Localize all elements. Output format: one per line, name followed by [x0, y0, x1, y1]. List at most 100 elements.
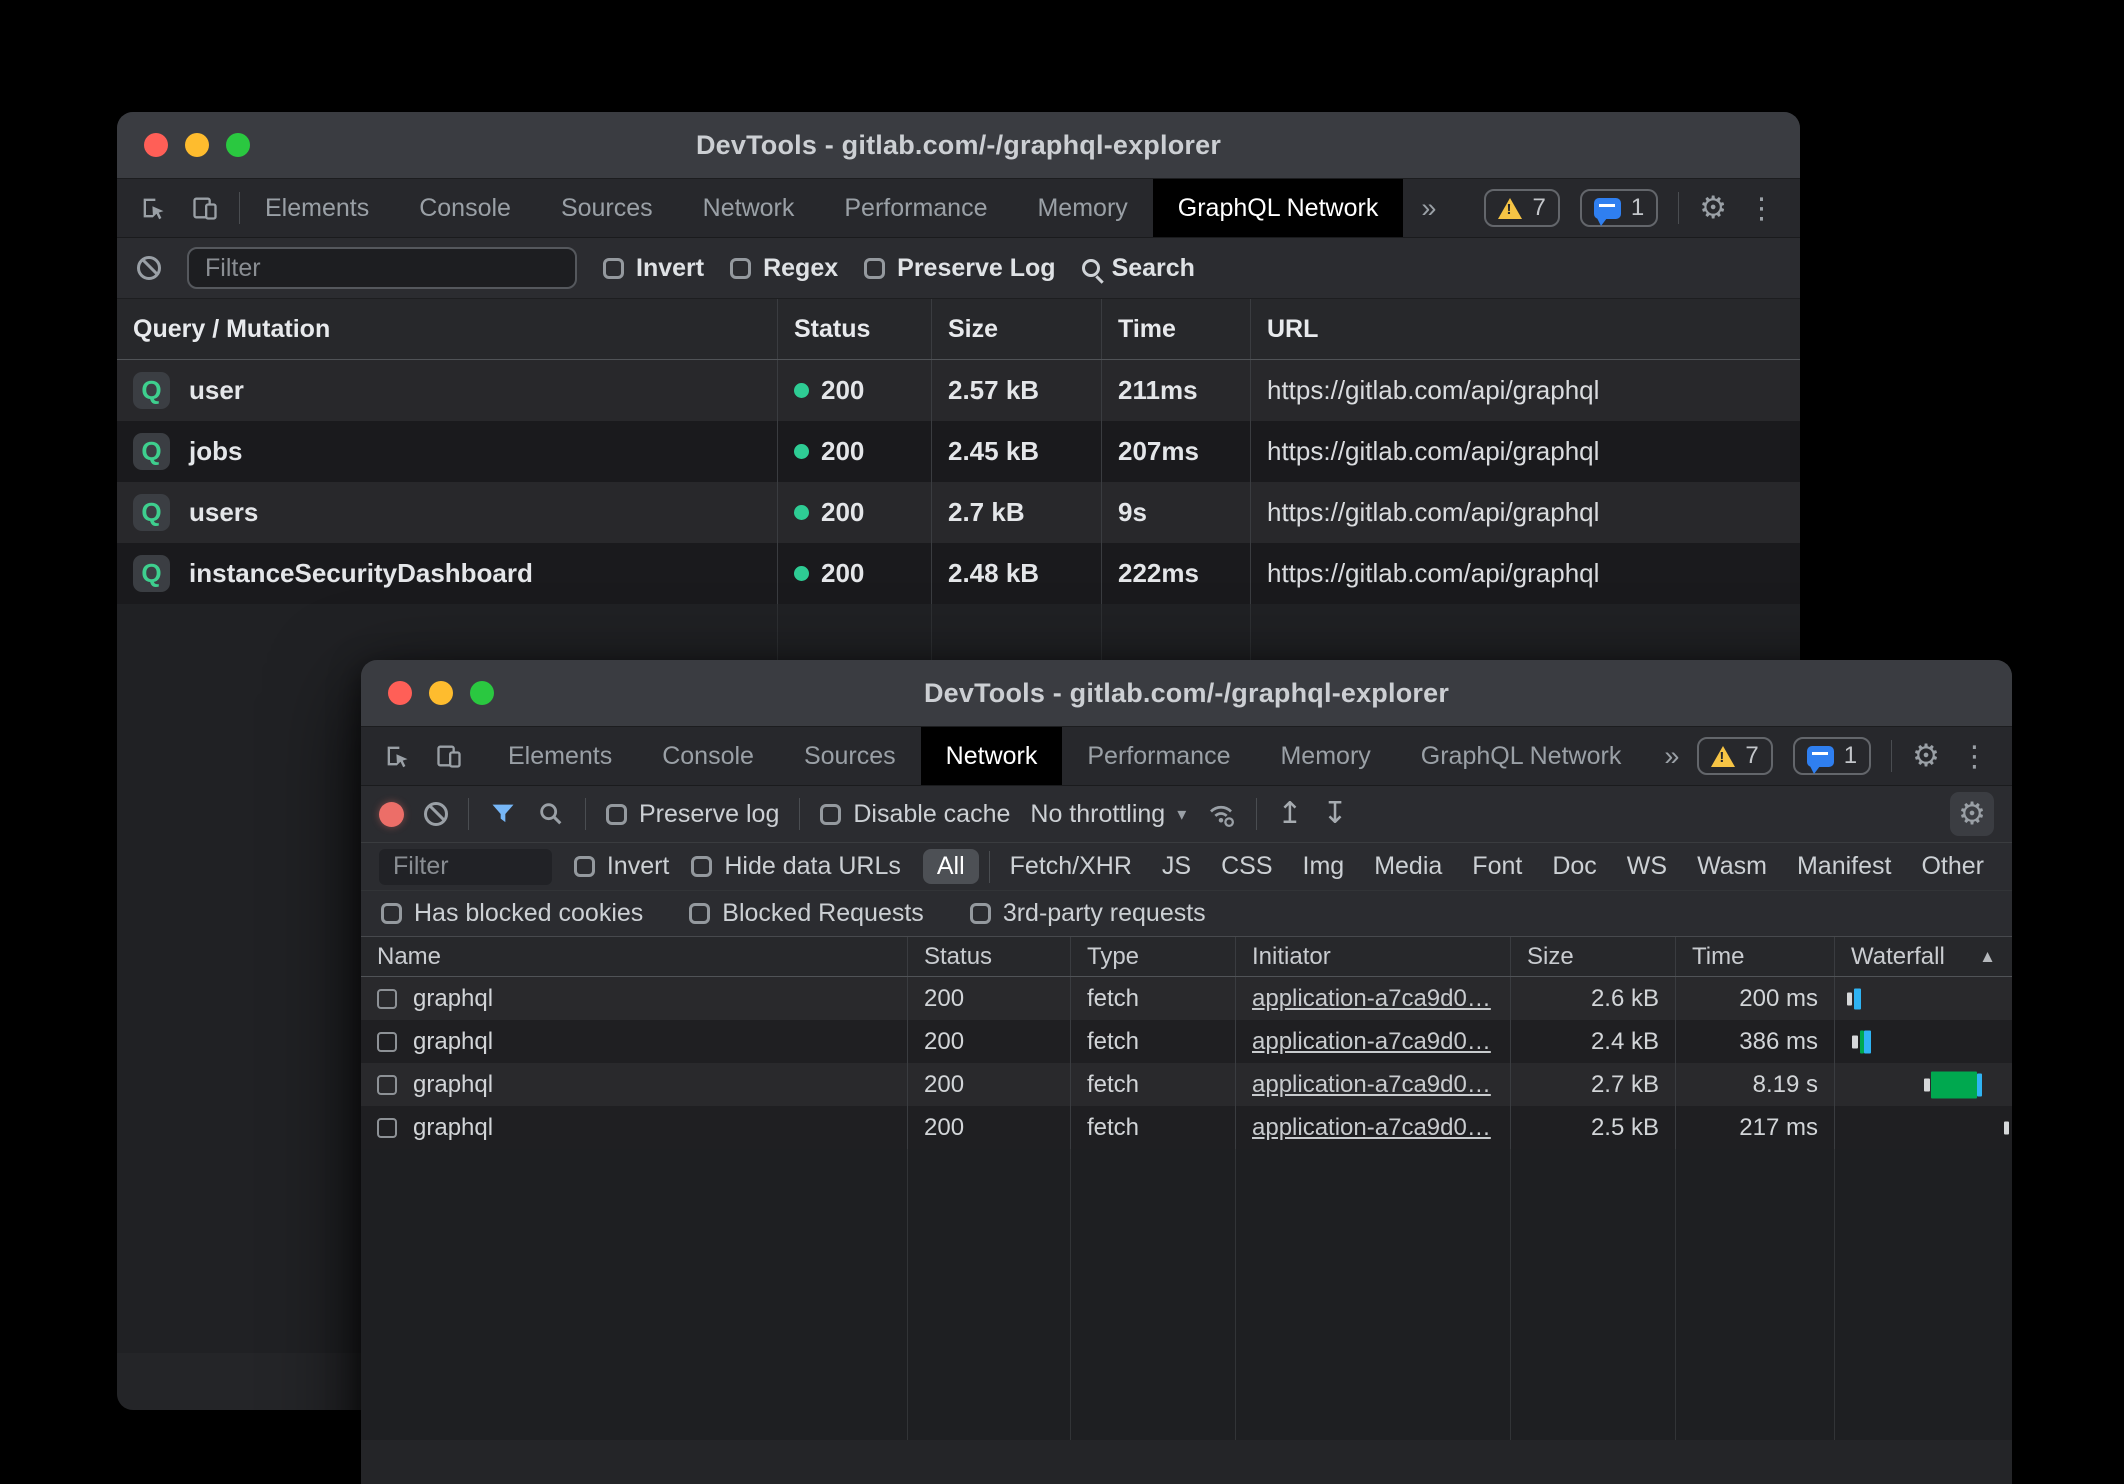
preserve-log-checkbox[interactable] — [606, 804, 627, 825]
more-tabs-button[interactable]: » — [1403, 179, 1454, 237]
tab-performance[interactable]: Performance — [819, 179, 1012, 237]
clear-icon[interactable] — [137, 256, 161, 280]
column-header-type[interactable]: Type — [1070, 937, 1235, 976]
table-row[interactable]: graphql200fetchapplication-a7ca9d0…2.6 k… — [361, 977, 2012, 1020]
invert-checkbox-label[interactable]: Invert — [574, 852, 670, 881]
network-conditions-icon[interactable] — [1206, 799, 1236, 829]
table-row[interactable]: Quser2002.57 kB211mshttps://gitlab.com/a… — [117, 360, 1800, 421]
throttling-dropdown[interactable]: No throttling ▾ — [1030, 800, 1186, 829]
table-row[interactable]: graphql200fetchapplication-a7ca9d0…2.7 k… — [361, 1063, 2012, 1106]
type-filter-img[interactable]: Img — [1293, 849, 1355, 884]
column-header-url[interactable]: URL — [1250, 299, 1800, 359]
issues-badge[interactable]: 1 — [1580, 189, 1658, 227]
title-bar[interactable]: DevTools - gitlab.com/-/graphql-explorer — [361, 660, 2012, 727]
column-header-status[interactable]: Status — [777, 299, 931, 359]
tab-console[interactable]: Console — [394, 179, 536, 237]
column-header-waterfall[interactable]: Waterfall▲ — [1834, 937, 2012, 976]
disable-cache-checkbox[interactable] — [820, 804, 841, 825]
row-checkbox[interactable] — [377, 1075, 397, 1095]
type-filter-wasm[interactable]: Wasm — [1687, 849, 1777, 884]
column-header-initiator[interactable]: Initiator — [1235, 937, 1510, 976]
device-toolbar-icon[interactable] — [435, 742, 463, 770]
more-options-icon[interactable]: ⋮ — [1960, 742, 1989, 771]
tab-memory[interactable]: Memory — [1012, 179, 1152, 237]
table-row[interactable]: Qusers2002.7 kB9shttps://gitlab.com/api/… — [117, 482, 1800, 543]
record-network-log-button[interactable] — [379, 802, 404, 827]
type-filter-fetch-xhr[interactable]: Fetch/XHR — [1000, 849, 1142, 884]
type-filter-css[interactable]: CSS — [1211, 849, 1282, 884]
table-row[interactable]: Qjobs2002.45 kB207mshttps://gitlab.com/a… — [117, 421, 1800, 482]
inspect-element-icon[interactable] — [383, 742, 411, 770]
tab-network[interactable]: Network — [921, 727, 1063, 785]
minimize-button[interactable] — [185, 133, 209, 157]
table-row[interactable]: QinstanceSecurityDashboard2002.48 kB222m… — [117, 543, 1800, 604]
disable-cache-checkbox-label[interactable]: Disable cache — [820, 800, 1010, 829]
import-har-icon[interactable]: ↥ — [1277, 799, 1302, 829]
hide-data-urls-checkbox-label[interactable]: Hide data URLs — [691, 852, 900, 881]
type-filter-font[interactable]: Font — [1462, 849, 1532, 884]
filter-input[interactable]: Filter — [187, 247, 577, 289]
regex-checkbox-label[interactable]: Regex — [730, 254, 838, 283]
row-checkbox[interactable] — [377, 1118, 397, 1138]
column-header-size[interactable]: Size — [1510, 937, 1675, 976]
more-options-icon[interactable]: ⋮ — [1747, 194, 1776, 223]
issues-badge[interactable]: 1 — [1793, 737, 1871, 775]
export-har-icon[interactable]: ↧ — [1322, 799, 1347, 829]
tab-graphql-network[interactable]: GraphQL Network — [1153, 179, 1404, 237]
tab-network[interactable]: Network — [678, 179, 820, 237]
column-header-time[interactable]: Time — [1101, 299, 1250, 359]
close-button[interactable] — [144, 133, 168, 157]
table-row[interactable]: graphql200fetchapplication-a7ca9d0…2.5 k… — [361, 1106, 2012, 1149]
regex-checkbox[interactable] — [730, 258, 751, 279]
zoom-button[interactable] — [226, 133, 250, 157]
more-tabs-button[interactable]: » — [1646, 727, 1697, 785]
type-filter-all[interactable]: All — [923, 849, 979, 884]
settings-gear-icon[interactable]: ⚙ — [1912, 741, 1940, 772]
tab-sources[interactable]: Sources — [779, 727, 921, 785]
invert-checkbox[interactable] — [574, 856, 595, 877]
inspect-element-icon[interactable] — [139, 194, 167, 222]
option-has-blocked-cookies[interactable]: Has blocked cookies — [381, 899, 643, 928]
tab-elements[interactable]: Elements — [240, 179, 394, 237]
initiator-link[interactable]: application-a7ca9d0… — [1252, 985, 1491, 1013]
tab-console[interactable]: Console — [637, 727, 779, 785]
initiator-link[interactable]: application-a7ca9d0… — [1252, 1028, 1491, 1056]
column-header-size[interactable]: Size — [931, 299, 1101, 359]
initiator-link[interactable]: application-a7ca9d0… — [1252, 1114, 1491, 1142]
initiator-link[interactable]: application-a7ca9d0… — [1252, 1071, 1491, 1099]
warnings-badge[interactable]: 7 — [1484, 189, 1559, 227]
preserve-log-checkbox-label[interactable]: Preserve Log — [864, 254, 1055, 283]
zoom-button[interactable] — [470, 681, 494, 705]
preserve-log-checkbox[interactable] — [864, 258, 885, 279]
row-checkbox[interactable] — [377, 1032, 397, 1052]
type-filter-doc[interactable]: Doc — [1542, 849, 1606, 884]
checkbox[interactable] — [381, 903, 402, 924]
network-settings-button[interactable]: ⚙ — [1950, 792, 1994, 836]
column-header-query-mutation[interactable]: Query / Mutation — [117, 299, 777, 359]
tab-graphql-network[interactable]: GraphQL Network — [1396, 727, 1647, 785]
tab-performance[interactable]: Performance — [1062, 727, 1255, 785]
option-3rd-party-requests[interactable]: 3rd-party requests — [970, 899, 1206, 928]
row-checkbox[interactable] — [377, 989, 397, 1009]
column-header-name[interactable]: Name — [361, 937, 907, 976]
type-filter-other[interactable]: Other — [1911, 849, 1994, 884]
type-filter-manifest[interactable]: Manifest — [1787, 849, 1901, 884]
type-filter-ws[interactable]: WS — [1617, 849, 1677, 884]
checkbox[interactable] — [970, 903, 991, 924]
tab-elements[interactable]: Elements — [483, 727, 637, 785]
device-toolbar-icon[interactable] — [191, 194, 219, 222]
type-filter-media[interactable]: Media — [1364, 849, 1452, 884]
search-button[interactable]: Search — [1082, 254, 1195, 283]
search-icon[interactable] — [537, 800, 565, 828]
checkbox[interactable] — [689, 903, 710, 924]
option-blocked-requests[interactable]: Blocked Requests — [689, 899, 924, 928]
column-header-status[interactable]: Status — [907, 937, 1070, 976]
tab-memory[interactable]: Memory — [1255, 727, 1395, 785]
invert-checkbox[interactable] — [603, 258, 624, 279]
preserve-log-checkbox-label[interactable]: Preserve log — [606, 800, 779, 829]
filter-input[interactable]: Filter — [379, 849, 552, 885]
settings-gear-icon[interactable]: ⚙ — [1699, 193, 1727, 224]
table-row[interactable]: graphql200fetchapplication-a7ca9d0…2.4 k… — [361, 1020, 2012, 1063]
minimize-button[interactable] — [429, 681, 453, 705]
close-button[interactable] — [388, 681, 412, 705]
